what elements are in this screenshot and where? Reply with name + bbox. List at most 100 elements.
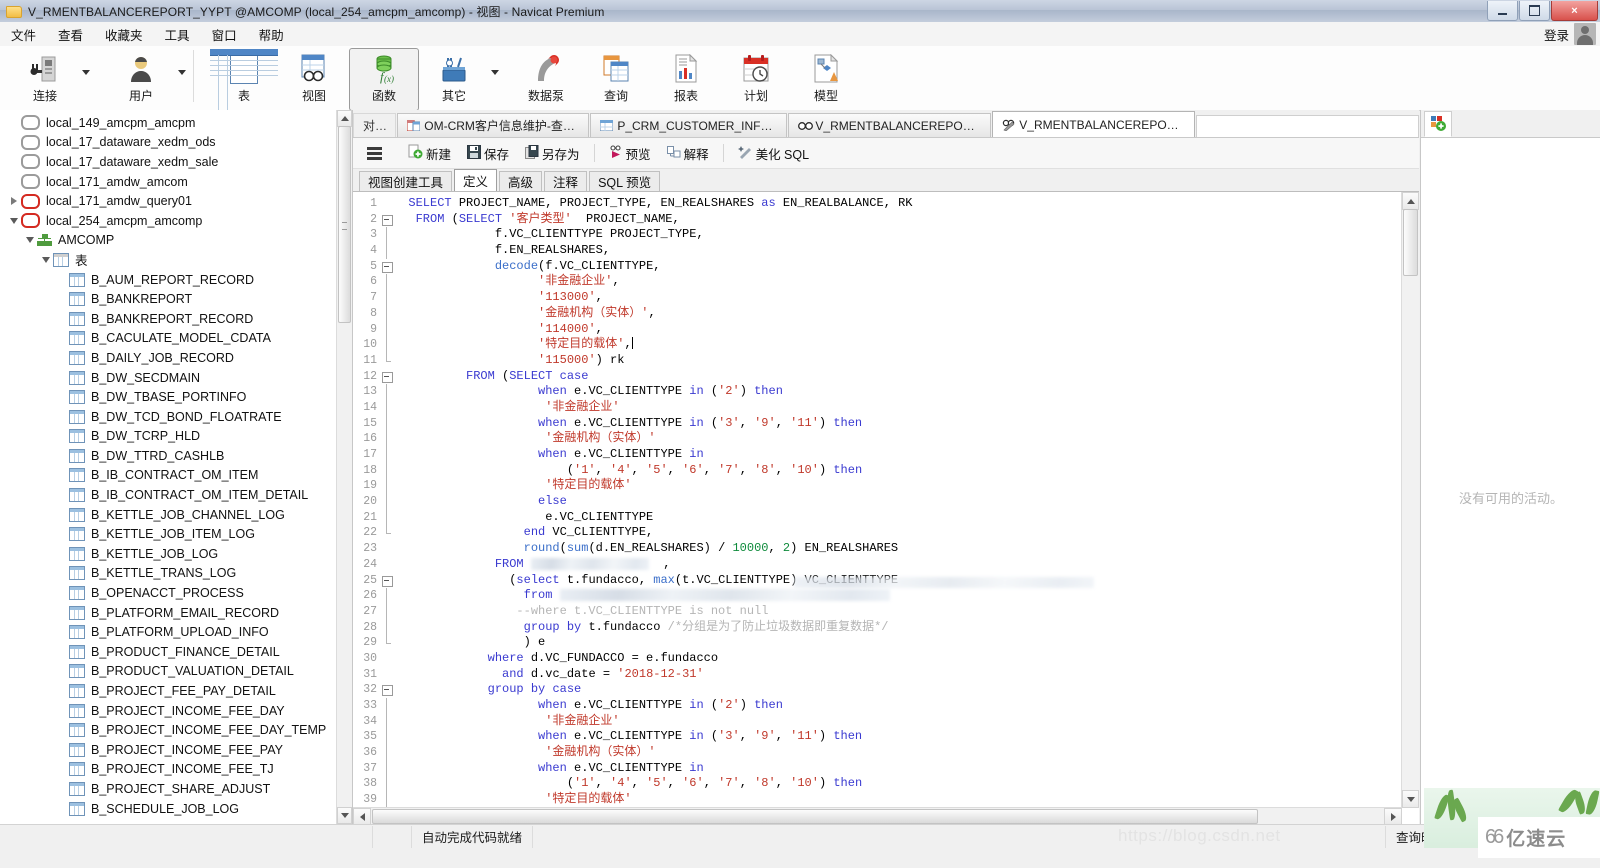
subtab-view-builder[interactable]: 视图创建工具	[359, 171, 452, 191]
minimize-button[interactable]	[1487, 1, 1518, 21]
tree-item[interactable]: B_PROJECT_INCOME_FEE_PAY	[0, 740, 352, 760]
editor-hscroll-thumb[interactable]	[372, 809, 1258, 824]
editor-vertical-scrollbar[interactable]	[1401, 192, 1419, 808]
chevron-right-icon[interactable]	[8, 196, 19, 207]
editor-scroll-thumb[interactable]	[1403, 209, 1418, 276]
toolbar-view-button[interactable]: 视图	[279, 48, 349, 111]
tree-item[interactable]: B_DW_TTRD_CASHLB	[0, 446, 352, 466]
tab-view-rmentbalance[interactable]: V_RMENTBALANCEREPORT...	[788, 113, 991, 137]
fold-guide[interactable]	[380, 306, 394, 322]
tree-item[interactable]: B_KETTLE_JOB_LOG	[0, 544, 352, 564]
subtab-advanced[interactable]: 高级	[499, 171, 542, 191]
tree-item[interactable]: 表	[0, 250, 352, 270]
editor-scroll-left-button[interactable]	[353, 808, 371, 825]
chevron-down-icon[interactable]	[24, 235, 35, 246]
fold-guide[interactable]	[380, 274, 394, 290]
chevron-down-icon[interactable]	[8, 215, 19, 226]
fold-guide[interactable]	[380, 494, 394, 510]
fold-guide[interactable]	[380, 478, 394, 494]
fold-guide[interactable]	[380, 384, 394, 400]
toolbar-function-button[interactable]: f (x) 函数	[349, 48, 419, 111]
fold-guide[interactable]	[380, 792, 394, 808]
fold-guide[interactable]	[380, 447, 394, 463]
tree-item[interactable]: B_DW_SECDMAIN	[0, 368, 352, 388]
tree-item[interactable]: B_PROJECT_INCOME_FEE_DAY	[0, 701, 352, 721]
menu-view[interactable]: 查看	[47, 23, 94, 46]
toolbar-query-button[interactable]: 查询	[581, 48, 651, 111]
fold-guide[interactable]	[380, 604, 394, 620]
close-button[interactable]: ×	[1551, 1, 1598, 21]
fold-toggle-icon[interactable]	[380, 212, 394, 228]
tree-item[interactable]: B_PROJECT_INCOME_FEE_DAY_TEMP	[0, 720, 352, 740]
new-button[interactable]: 新建	[400, 140, 459, 167]
menu-favorites[interactable]: 收藏夹	[94, 23, 154, 46]
tree-item[interactable]: B_PLATFORM_UPLOAD_INFO	[0, 622, 352, 642]
hamburger-icon[interactable]	[367, 147, 382, 160]
toolbar-table-button[interactable]: 表	[209, 48, 279, 111]
fold-guide[interactable]	[380, 588, 394, 604]
tree-vertical-scrollbar[interactable]	[336, 110, 352, 824]
menu-file[interactable]: 文件	[0, 23, 47, 46]
tab-view-rmentbalance-design[interactable]: V_RMENTBALANCEREPORT...	[992, 111, 1195, 137]
tree-item[interactable]: local_17_dataware_xedm_ods	[0, 133, 352, 153]
menu-help[interactable]: 帮助	[248, 23, 295, 46]
toolbar-datapump-button[interactable]: 数据泵	[511, 48, 581, 111]
toolbar-report-button[interactable]: 报表	[651, 48, 721, 111]
tree-item[interactable]: B_AUM_REPORT_RECORD	[0, 270, 352, 290]
toolbar-connection-button[interactable]: 连接	[10, 48, 80, 111]
login-link[interactable]: 登录	[1544, 25, 1569, 44]
editor-scroll-right-button[interactable]	[1384, 808, 1402, 825]
menu-tools[interactable]: 工具	[154, 23, 201, 46]
fold-guide[interactable]	[380, 510, 394, 526]
code-fold-column[interactable]	[380, 192, 394, 808]
beautify-sql-button[interactable]: 美化 SQL	[730, 140, 818, 167]
tree-item[interactable]: B_BANKREPORT_RECORD	[0, 309, 352, 329]
toolbar-others-button[interactable]: 其它	[419, 48, 489, 111]
sql-code-text[interactable]: SELECT PROJECT_NAME, PROJECT_TYPE, EN_RE…	[394, 192, 1402, 808]
fold-guide[interactable]	[380, 290, 394, 306]
tree-item[interactable]: B_PLATFORM_EMAIL_RECORD	[0, 603, 352, 623]
tree-item[interactable]: B_SCHEDULE_JOB_LOG	[0, 799, 352, 819]
tree-item[interactable]: B_CACULATE_MODEL_CDATA	[0, 329, 352, 349]
subtab-sql-preview[interactable]: SQL 预览	[589, 171, 660, 191]
toolbar-model-button[interactable]: 模型	[791, 48, 861, 111]
tree-scroll-down-button[interactable]	[337, 807, 352, 824]
tree-item[interactable]: B_BANKREPORT	[0, 289, 352, 309]
tree-item[interactable]: local_17_dataware_xedm_sale	[0, 152, 352, 172]
sql-editor[interactable]: 1234567891011121314151617181920212223242…	[353, 192, 1419, 825]
tree-item[interactable]: B_IB_CONTRACT_OM_ITEM	[0, 466, 352, 486]
fold-end[interactable]	[380, 525, 394, 541]
tree-item[interactable]: B_KETTLE_TRANS_LOG	[0, 564, 352, 584]
avatar[interactable]	[1574, 23, 1596, 45]
subtab-comment[interactable]: 注释	[544, 171, 587, 191]
fold-guide[interactable]	[380, 322, 394, 338]
tree-item[interactable]: B_IB_CONTRACT_OM_ITEM_DETAIL	[0, 485, 352, 505]
fold-toggle-icon[interactable]	[380, 682, 394, 698]
tree-item[interactable]: local_254_amcpm_amcomp	[0, 211, 352, 231]
fold-guide[interactable]	[380, 337, 394, 353]
fold-guide[interactable]	[380, 416, 394, 432]
tree-item[interactable]: B_KETTLE_JOB_CHANNEL_LOG	[0, 505, 352, 525]
tree-item[interactable]: local_149_amcpm_amcpm	[0, 113, 352, 133]
fold-guide[interactable]	[380, 227, 394, 243]
tree-item[interactable]: local_171_amdw_query01	[0, 191, 352, 211]
fold-guide[interactable]	[380, 400, 394, 416]
toolbar-user-button[interactable]: 用户	[106, 48, 176, 111]
tree-item[interactable]: B_KETTLE_JOB_ITEM_LOG	[0, 524, 352, 544]
fold-guide[interactable]	[380, 729, 394, 745]
tree-item[interactable]: local_171_amdw_amcom	[0, 172, 352, 192]
fold-toggle-icon[interactable]	[380, 369, 394, 385]
connection-dropdown-arrow[interactable]	[82, 70, 90, 75]
chevron-down-icon[interactable]	[40, 254, 51, 265]
sql-code-area[interactable]: 1234567891011121314151617181920212223242…	[353, 192, 1402, 808]
save-as-button[interactable]: 另存为	[517, 140, 588, 167]
tree-item[interactable]: B_OPENACCT_PROCESS	[0, 583, 352, 603]
tab-om-crm[interactable]: OM-CRM客户信息维护-查看...	[397, 113, 589, 137]
tree-item[interactable]: B_PROJECT_SHARE_ADJUST	[0, 779, 352, 799]
tree-item[interactable]: B_PRODUCT_FINANCE_DETAIL	[0, 642, 352, 662]
tab-objects[interactable]: 对象	[353, 113, 396, 137]
tree-scroll-up-button[interactable]	[337, 110, 352, 127]
tree-item[interactable]: B_DW_TCRP_HLD	[0, 427, 352, 447]
tree-item[interactable]: B_DW_TCD_BOND_FLOATRATE	[0, 407, 352, 427]
editor-horizontal-scrollbar[interactable]	[353, 807, 1402, 825]
